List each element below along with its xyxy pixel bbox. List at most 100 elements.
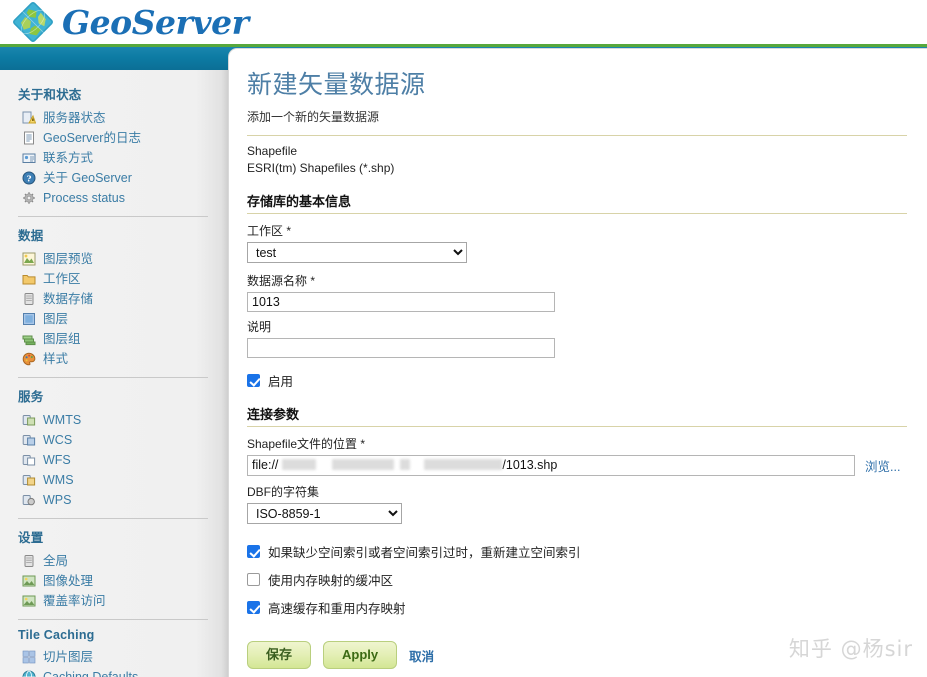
- layer-group-icon: [22, 332, 36, 346]
- sidebar-item-workspaces[interactable]: 工作区: [18, 269, 228, 289]
- sidebar-item-data-stores[interactable]: 数据存储: [18, 289, 228, 309]
- sidebar-group-data: 数据 图层预览 工作区 数据存储 图层 图层组: [18, 225, 228, 369]
- shapefile-path-row: file:///1013.shp 浏览...: [247, 455, 907, 476]
- sidebar-item-server-status[interactable]: 服务器状态: [18, 108, 228, 128]
- sidebar-group-tile-caching: Tile Caching 切片图层 Caching Defaults 网格集 D…: [18, 628, 228, 677]
- charset-label: DBF的字符集: [247, 483, 907, 500]
- watermark: 知乎 @杨sir: [789, 633, 913, 663]
- shapefile-path-input[interactable]: file:///1013.shp: [247, 455, 855, 476]
- enabled-checkbox[interactable]: [247, 374, 260, 387]
- sidebar-item-geoserver-logs[interactable]: GeoServer的日志: [18, 128, 228, 148]
- page-title: 新建矢量数据源: [247, 65, 907, 101]
- sidebar-group-title: 服务: [18, 386, 228, 405]
- sidebar-item-process-status[interactable]: Process status: [18, 188, 228, 208]
- sidebar-item-tile-layers[interactable]: 切片图层: [18, 647, 228, 667]
- divider: [247, 426, 907, 427]
- redacted-path-segment: [332, 459, 394, 470]
- sidebar-group-title: Tile Caching: [18, 628, 228, 642]
- sidebar-item-about-geoserver[interactable]: ? 关于 GeoServer: [18, 168, 228, 188]
- redacted-path-segment: [424, 459, 502, 470]
- cache-reuse-label: 高速缓存和重用内存映射: [268, 598, 406, 617]
- sidebar-item-styles[interactable]: 样式: [18, 349, 228, 369]
- sidebar-item-layers[interactable]: 图层: [18, 309, 228, 329]
- sidebar-item-image-processing[interactable]: 图像处理: [18, 571, 228, 591]
- sidebar-item-label: 样式: [43, 350, 68, 368]
- workspace-select[interactable]: test: [247, 242, 467, 263]
- sidebar-item-label: 切片图层: [43, 648, 93, 666]
- sidebar-item-wps[interactable]: WPS: [18, 490, 228, 510]
- gear-icon: [22, 191, 36, 205]
- svg-text:?: ?: [27, 174, 32, 184]
- folder-icon: [22, 272, 36, 286]
- service-wms-icon: [22, 473, 36, 487]
- cache-reuse-checkbox-row[interactable]: 高速缓存和重用内存映射: [247, 598, 907, 617]
- rebuild-index-checkbox-row[interactable]: 如果缺少空间索引或者空间索引过时，重新建立空间索引: [247, 542, 907, 561]
- brand-name: GeoServer: [62, 6, 248, 39]
- sidebar: 关于和状态 服务器状态 GeoServer的日志 联系方式 ? 关于 GeoSe…: [0, 70, 228, 677]
- service-wmts-icon: [22, 413, 36, 427]
- global-settings-icon: [22, 554, 36, 568]
- divider: [247, 213, 907, 214]
- divider: [247, 135, 907, 136]
- brand-header: GeoServer: [0, 0, 927, 44]
- sidebar-item-wms[interactable]: WMS: [18, 470, 228, 490]
- sidebar-group-services: 服务 WMTS WCS WFS WMS WPS: [18, 386, 228, 510]
- description-label: 说明: [247, 318, 907, 335]
- sidebar-item-label: 关于 GeoServer: [43, 169, 132, 187]
- sidebar-item-caching-defaults[interactable]: Caching Defaults: [18, 667, 228, 677]
- sidebar-item-label: 数据存储: [43, 290, 93, 308]
- sidebar-item-label: 图层: [43, 310, 68, 328]
- memory-mapped-buffer-checkbox-row[interactable]: 使用内存映射的缓冲区: [247, 570, 907, 589]
- page-subtitle: 添加一个新的矢量数据源: [247, 108, 907, 125]
- browse-link[interactable]: 浏览...: [865, 456, 900, 475]
- sidebar-item-contact[interactable]: 联系方式: [18, 148, 228, 168]
- contact-card-icon: [22, 151, 36, 165]
- enabled-checkbox-row[interactable]: 启用: [247, 371, 907, 390]
- sidebar-group-settings: 设置 全局 图像处理 覆盖率访问: [18, 527, 228, 611]
- sidebar-item-global[interactable]: 全局: [18, 551, 228, 571]
- apply-button[interactable]: Apply: [323, 641, 397, 669]
- sidebar-item-label: WFS: [43, 451, 71, 469]
- sidebar-item-label: 图层组: [43, 330, 81, 348]
- sidebar-divider: [18, 377, 208, 378]
- datasource-name-input[interactable]: [247, 292, 555, 312]
- sidebar-item-label: Caching Defaults: [43, 668, 138, 677]
- layer-icon: [22, 312, 36, 326]
- format-name: Shapefile: [247, 143, 907, 160]
- sidebar-divider: [18, 619, 208, 620]
- sidebar-item-label: 图像处理: [43, 572, 93, 590]
- sidebar-item-label: 联系方式: [43, 149, 93, 167]
- image-processing-icon: [22, 574, 36, 588]
- workspace-label: 工作区 *: [247, 222, 907, 239]
- service-wcs-icon: [22, 433, 36, 447]
- sidebar-item-label: 覆盖率访问: [43, 592, 106, 610]
- basic-info-heading: 存储库的基本信息: [247, 191, 907, 210]
- sidebar-item-layer-groups[interactable]: 图层组: [18, 329, 228, 349]
- service-wfs-icon: [22, 453, 36, 467]
- sidebar-divider: [18, 216, 208, 217]
- sidebar-item-wmts[interactable]: WMTS: [18, 410, 228, 430]
- main-content-panel: 新建矢量数据源 添加一个新的矢量数据源 Shapefile ESRI(tm) S…: [228, 48, 927, 677]
- sidebar-item-label: WCS: [43, 431, 72, 449]
- description-input[interactable]: [247, 338, 555, 358]
- sidebar-item-label: Process status: [43, 189, 125, 207]
- enabled-label: 启用: [268, 371, 293, 390]
- sidebar-group-about: 关于和状态 服务器状态 GeoServer的日志 联系方式 ? 关于 GeoSe…: [18, 84, 228, 208]
- sidebar-item-label: WMS: [43, 471, 74, 489]
- service-wps-icon: [22, 493, 36, 507]
- charset-select[interactable]: ISO-8859-1: [247, 503, 402, 524]
- sidebar-item-coverage-access[interactable]: 覆盖率访问: [18, 591, 228, 611]
- memory-mapped-buffer-checkbox[interactable]: [247, 573, 260, 586]
- sidebar-item-label: GeoServer的日志: [43, 129, 141, 147]
- sidebar-item-wcs[interactable]: WCS: [18, 430, 228, 450]
- datasource-name-label: 数据源名称 *: [247, 272, 907, 289]
- save-button[interactable]: 保存: [247, 641, 311, 669]
- sidebar-group-title: 设置: [18, 527, 228, 546]
- globe-diamond-icon: [10, 0, 56, 45]
- memory-mapped-buffer-label: 使用内存映射的缓冲区: [268, 570, 393, 589]
- sidebar-item-wfs[interactable]: WFS: [18, 450, 228, 470]
- cache-reuse-checkbox[interactable]: [247, 601, 260, 614]
- rebuild-index-checkbox[interactable]: [247, 545, 260, 558]
- sidebar-item-layer-preview[interactable]: 图层预览: [18, 249, 228, 269]
- cancel-button[interactable]: 取消: [409, 646, 434, 665]
